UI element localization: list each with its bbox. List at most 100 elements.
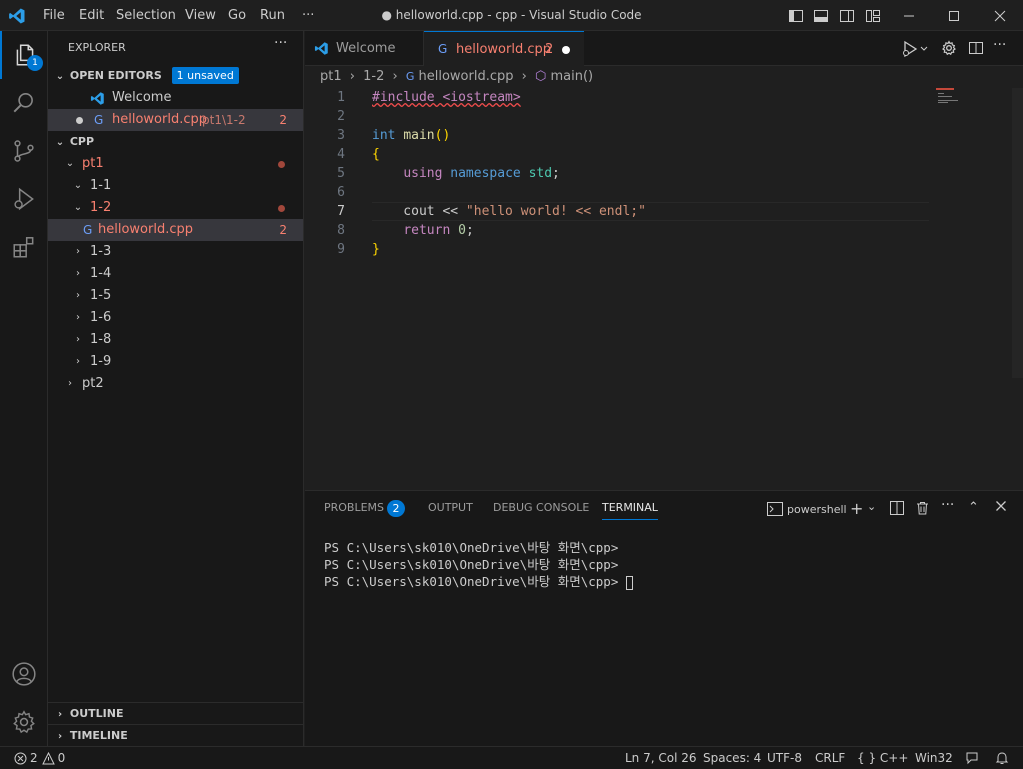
tab-output[interactable]: OUTPUT bbox=[428, 501, 473, 514]
tab-debug-console[interactable]: DEBUG CONSOLE bbox=[493, 501, 589, 514]
maximize-panel-icon[interactable]: ⌃ bbox=[968, 500, 979, 515]
open-editors-section[interactable]: ⌄ OPEN EDITORS 1 unsaved bbox=[48, 65, 303, 87]
kill-terminal-button[interactable] bbox=[916, 501, 929, 519]
cursor-position[interactable]: Ln 7, Col 26 bbox=[625, 747, 697, 769]
code-line: #include <iostream> bbox=[372, 90, 521, 105]
search-activity-button[interactable] bbox=[0, 79, 48, 127]
add-terminal-icon[interactable]: + bbox=[850, 499, 863, 518]
accounts-activity-button[interactable] bbox=[0, 650, 48, 698]
open-editor-item-helloworld[interactable]: G helloworld.cpp pt1\1-2 2 bbox=[48, 109, 303, 131]
code-line: return 0; bbox=[403, 223, 474, 238]
tab-label: helloworld.cpp bbox=[456, 42, 551, 57]
tree-folder-1-4[interactable]: › 1-4 bbox=[48, 263, 303, 285]
tree-folder-1-6[interactable]: › 1-6 bbox=[48, 307, 303, 329]
more-actions-icon[interactable]: ··· bbox=[274, 35, 287, 51]
menu-go[interactable]: Go bbox=[222, 0, 252, 31]
tree-folder-pt1[interactable]: ⌄ pt1 bbox=[48, 153, 303, 175]
tab-welcome[interactable]: Welcome bbox=[305, 31, 424, 66]
breadcrumb-item[interactable]: pt1 bbox=[320, 69, 342, 84]
chevron-down-icon[interactable]: ⌄ bbox=[867, 500, 876, 513]
timeline-section[interactable]: › TIMELINE bbox=[48, 724, 303, 746]
line-number: 7 bbox=[337, 204, 345, 219]
tab-label: Welcome bbox=[336, 41, 396, 56]
tree-file-helloworld[interactable]: G helloworld.cpp 2 bbox=[48, 219, 303, 241]
more-actions-icon[interactable]: ··· bbox=[941, 497, 954, 513]
cpp-file-icon: G bbox=[83, 223, 93, 237]
unsaved-dot-icon[interactable] bbox=[562, 46, 570, 54]
toggle-panel-icon[interactable] bbox=[811, 6, 831, 26]
breadcrumb-item[interactable]: helloworld.cpp bbox=[419, 69, 514, 84]
more-actions-icon[interactable]: ··· bbox=[993, 37, 1006, 53]
toggle-primary-sidebar-icon[interactable] bbox=[786, 6, 806, 26]
tree-folder-1-9[interactable]: › 1-9 bbox=[48, 351, 303, 373]
terminal-shell-selector[interactable]: powershell bbox=[767, 500, 847, 518]
source-control-activity-button[interactable] bbox=[0, 127, 48, 175]
tab-terminal[interactable]: TERMINAL bbox=[602, 501, 658, 520]
customize-layout-icon[interactable] bbox=[863, 6, 883, 26]
error-dot-icon bbox=[278, 205, 285, 212]
manage-activity-button[interactable] bbox=[0, 698, 48, 746]
terminal-output[interactable]: PS C:\Users\sk010\OneDrive\바탕 화면\cpp> PS… bbox=[305, 539, 1023, 739]
chevron-right-icon: › bbox=[521, 69, 527, 84]
run-debug-activity-button[interactable] bbox=[0, 175, 48, 223]
menu-more[interactable]: ··· bbox=[296, 0, 320, 31]
tree-label: 1-9 bbox=[90, 354, 112, 369]
line-number: 5 bbox=[337, 166, 345, 181]
tree-folder-1-3[interactable]: › 1-3 bbox=[48, 241, 303, 263]
breadcrumb-item[interactable]: 1-2 bbox=[363, 69, 384, 84]
outline-label: OUTLINE bbox=[69, 707, 124, 720]
eol-status[interactable]: CRLF bbox=[815, 747, 845, 769]
explorer-activity-button[interactable]: 1 bbox=[0, 31, 48, 79]
split-editor-button[interactable] bbox=[968, 40, 984, 60]
run-code-button[interactable] bbox=[901, 39, 931, 59]
close-panel-button[interactable] bbox=[995, 500, 1007, 516]
tree-folder-1-8[interactable]: › 1-8 bbox=[48, 329, 303, 351]
chevron-down-icon: ⌄ bbox=[73, 180, 83, 191]
code-line: } bbox=[372, 242, 380, 257]
menu-edit[interactable]: Edit bbox=[73, 0, 110, 31]
tree-label: 1-4 bbox=[90, 266, 112, 281]
feedback-icon bbox=[966, 752, 978, 765]
outline-section[interactable]: › OUTLINE bbox=[48, 702, 303, 724]
workspace-section[interactable]: ⌄ CPP bbox=[48, 131, 303, 153]
close-window-button[interactable] bbox=[977, 0, 1023, 31]
tree-folder-1-1[interactable]: ⌄ 1-1 bbox=[48, 175, 303, 197]
tree-folder-1-5[interactable]: › 1-5 bbox=[48, 285, 303, 307]
settings-gear-button[interactable] bbox=[941, 40, 957, 60]
editor-scrollbar[interactable] bbox=[1012, 88, 1023, 378]
maximize-button[interactable] bbox=[931, 0, 977, 31]
menu-run[interactable]: Run bbox=[254, 0, 291, 31]
tree-label: 1-8 bbox=[90, 332, 112, 347]
feedback-button[interactable] bbox=[965, 747, 979, 769]
notifications-button[interactable] bbox=[995, 747, 1009, 769]
problems-status[interactable]: 2 0 bbox=[14, 747, 65, 769]
language-mode[interactable]: { } C++ bbox=[857, 747, 908, 769]
indentation-status[interactable]: Spaces: 4 bbox=[703, 747, 761, 769]
toggle-secondary-sidebar-icon[interactable] bbox=[837, 6, 857, 26]
chevron-down-icon: ⌄ bbox=[55, 137, 65, 148]
chevron-right-icon: › bbox=[76, 290, 80, 301]
tab-problems[interactable]: PROBLEMS bbox=[324, 501, 384, 514]
platform-status[interactable]: Win32 bbox=[915, 747, 953, 769]
breadcrumb-item[interactable]: main() bbox=[550, 69, 593, 84]
open-editor-label: Welcome bbox=[112, 90, 172, 105]
open-editor-item-welcome[interactable]: Welcome bbox=[48, 87, 303, 109]
menu-view[interactable]: View bbox=[179, 0, 222, 31]
tree-folder-pt2[interactable]: › pt2 bbox=[48, 373, 303, 395]
split-terminal-button[interactable] bbox=[890, 501, 904, 519]
menu-file[interactable]: File bbox=[37, 0, 71, 31]
search-icon bbox=[13, 92, 33, 113]
minimize-button[interactable] bbox=[886, 0, 932, 31]
extensions-activity-button[interactable] bbox=[0, 223, 48, 271]
tab-helloworld[interactable]: G helloworld.cpp 2 bbox=[424, 31, 584, 66]
warning-count: 0 bbox=[57, 751, 66, 765]
menu-selection[interactable]: Selection bbox=[110, 0, 182, 31]
language-label: C++ bbox=[879, 751, 909, 765]
tree-folder-1-2[interactable]: ⌄ 1-2 bbox=[48, 197, 303, 219]
line-number: 4 bbox=[337, 147, 345, 162]
code-editor[interactable]: 1 #include <iostream> 2 3 int main() 4 {… bbox=[305, 88, 1023, 490]
encoding-status[interactable]: UTF-8 bbox=[767, 747, 802, 769]
tree-label: 1-2 bbox=[90, 200, 112, 215]
minimap[interactable] bbox=[936, 88, 1009, 108]
chevron-right-icon: › bbox=[76, 312, 80, 323]
